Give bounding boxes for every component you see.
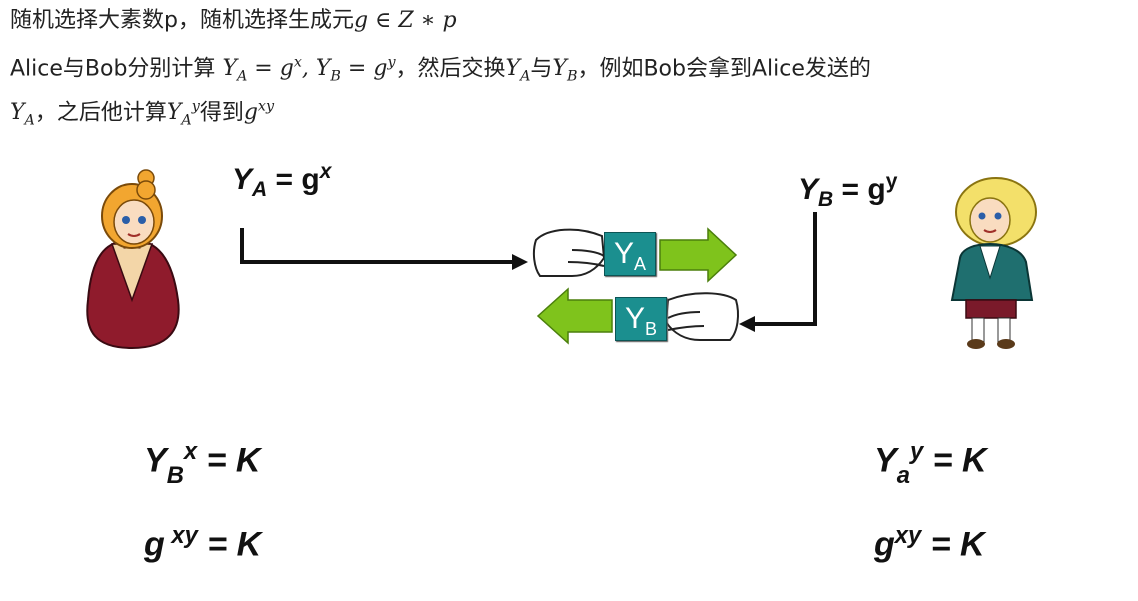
card-yb-letter: Y — [624, 302, 645, 335]
card-ya: YA — [604, 232, 656, 276]
bob-key-1: Yay = K — [874, 438, 987, 490]
alice-eq: = g — [275, 163, 320, 196]
green-arrow-right — [659, 227, 738, 283]
alice-label-y: Y — [232, 163, 253, 196]
alice-key-2: g xy = K — [144, 522, 262, 564]
alice-k2-text: = K — [207, 525, 262, 564]
alice-figure — [86, 169, 180, 350]
card-ya-sub: A — [634, 254, 647, 274]
bob-k1-text: = K — [932, 441, 987, 480]
alice-send-line — [240, 228, 512, 264]
alice-send-arrowhead — [512, 254, 528, 270]
card-yb: YB — [615, 297, 667, 341]
alice-key-1: YBx = K — [144, 438, 261, 490]
bob-label-y: Y — [798, 173, 819, 206]
hand-left-icon — [532, 228, 606, 277]
card-yb-sub: B — [645, 319, 658, 339]
alice-k1-text: = K — [206, 441, 261, 480]
alice-public-label: YA = gx — [232, 160, 332, 201]
green-arrow-left — [536, 287, 613, 345]
bob-send-line — [755, 212, 817, 326]
card-ya-letter: Y — [613, 237, 634, 270]
bob-send-arrowhead — [739, 316, 755, 332]
bob-figure — [950, 177, 1037, 349]
bob-k2-text: = K — [930, 525, 985, 564]
diagram-canvas — [86, 169, 1037, 350]
bob-public-label: YB = gy — [798, 170, 898, 211]
bob-eq: = g — [841, 173, 886, 206]
hand-right-icon — [664, 292, 739, 341]
bob-key-2: gxy = K — [874, 522, 985, 564]
